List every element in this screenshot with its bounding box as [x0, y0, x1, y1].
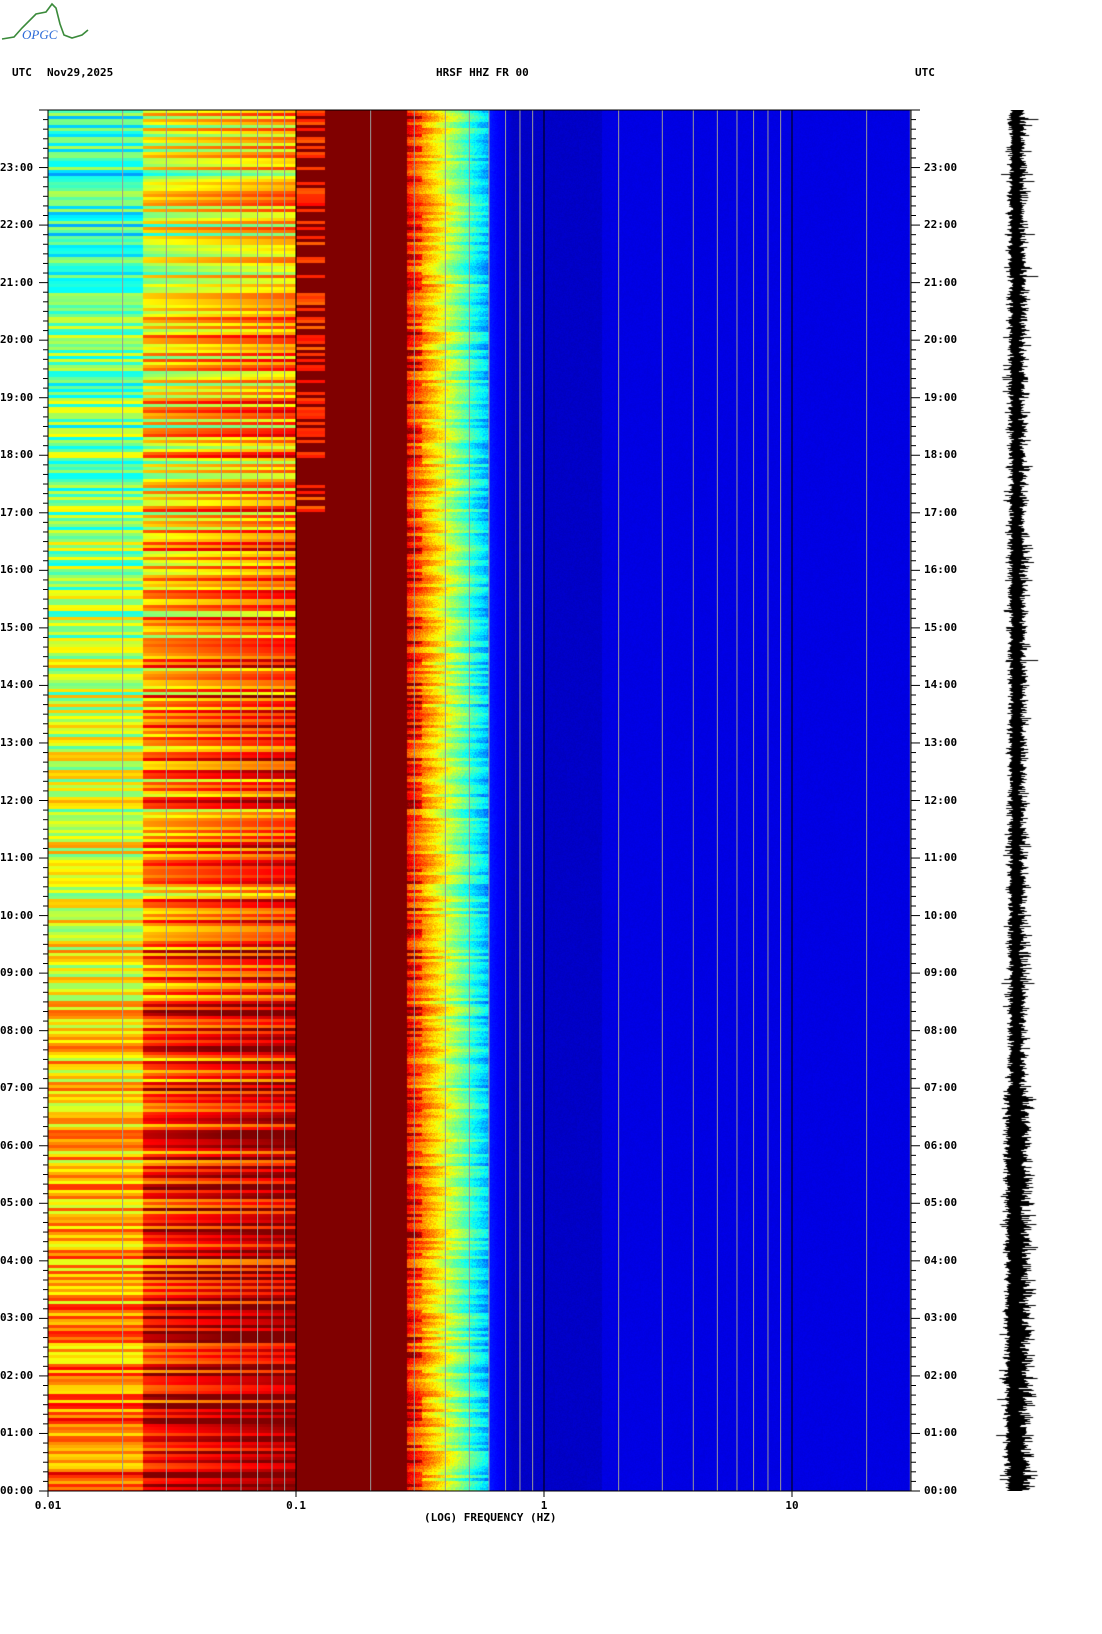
y-tick-label-left: 23:00 — [0, 160, 34, 174]
y-tick-label-left: 02:00 — [0, 1368, 34, 1382]
y-tick-label-left: 19:00 — [0, 390, 34, 404]
x-axis-label: (LOG) FREQUENCY (HZ) — [424, 1511, 557, 1524]
y-tick-label-left: 14:00 — [0, 678, 34, 692]
y-tick-label-left: 18:00 — [0, 448, 34, 462]
y-tick-label-right: 11:00 — [924, 851, 958, 865]
y-tick-label-right: 15:00 — [924, 620, 958, 634]
y-tick-label-right: 20:00 — [924, 333, 958, 347]
y-tick-label-right: 03:00 — [924, 1311, 958, 1325]
x-tick-label: 0.01 — [34, 1499, 62, 1512]
y-tick-label-left: 17:00 — [0, 505, 34, 519]
y-tick-label-right: 00:00 — [924, 1484, 958, 1497]
y-tick-label-right: 05:00 — [924, 1196, 958, 1210]
y-tick-label-right: 16:00 — [924, 563, 958, 577]
y-tick-label-left: 03:00 — [0, 1311, 34, 1325]
y-tick-label-left: 22:00 — [0, 218, 34, 232]
y-tick-label-left: 04:00 — [0, 1253, 34, 1267]
y-tick-label-right: 12:00 — [924, 793, 958, 807]
y-tick-label-right: 13:00 — [924, 735, 958, 749]
y-tick-label-right: 07:00 — [924, 1081, 958, 1095]
y-tick-label-right: 08:00 — [924, 1023, 958, 1037]
y-tick-label-left: 06:00 — [0, 1138, 34, 1152]
y-tick-label-left: 01:00 — [0, 1426, 34, 1440]
y-tick-label-right: 18:00 — [924, 448, 958, 462]
y-tick-label-left: 10:00 — [0, 908, 34, 922]
y-tick-label-right: 17:00 — [924, 505, 958, 519]
plot-frame — [47, 109, 912, 1492]
y-tick-label-right: 21:00 — [924, 275, 958, 289]
x-tick-label: 10 — [785, 1499, 799, 1512]
y-tick-label-right: 23:00 — [924, 160, 958, 174]
y-tick-label-right: 09:00 — [924, 966, 958, 980]
y-tick-label-left: 16:00 — [0, 563, 34, 577]
x-tick-label: 0.1 — [286, 1499, 306, 1512]
y-tick-label-left: 15:00 — [0, 620, 34, 634]
y-tick-label-right: 01:00 — [924, 1426, 958, 1440]
y-tick-label-left: 09:00 — [0, 966, 34, 980]
y-tick-label-right: 19:00 — [924, 390, 958, 404]
y-tick-label-left: 12:00 — [0, 793, 34, 807]
y-tick-label-right: 04:00 — [924, 1253, 958, 1267]
y-tick-label-left: 07:00 — [0, 1081, 34, 1095]
y-tick-label-left: 05:00 — [0, 1196, 34, 1210]
y-tick-label-right: 10:00 — [924, 908, 958, 922]
y-tick-label-right: 22:00 — [924, 218, 958, 232]
y-tick-label-right: 14:00 — [924, 678, 958, 692]
y-tick-label-right: 02:00 — [924, 1368, 958, 1382]
y-tick-label-left: 00:00 — [0, 1484, 34, 1497]
y-tick-label-left: 21:00 — [0, 275, 34, 289]
y-tick-label-left: 13:00 — [0, 735, 34, 749]
chart-axes — [39, 109, 920, 1497]
y-tick-label-right: 06:00 — [924, 1138, 958, 1152]
y-tick-label-left: 08:00 — [0, 1023, 34, 1037]
y-tick-label-left: 20:00 — [0, 333, 34, 347]
y-tick-label-left: 11:00 — [0, 851, 34, 865]
